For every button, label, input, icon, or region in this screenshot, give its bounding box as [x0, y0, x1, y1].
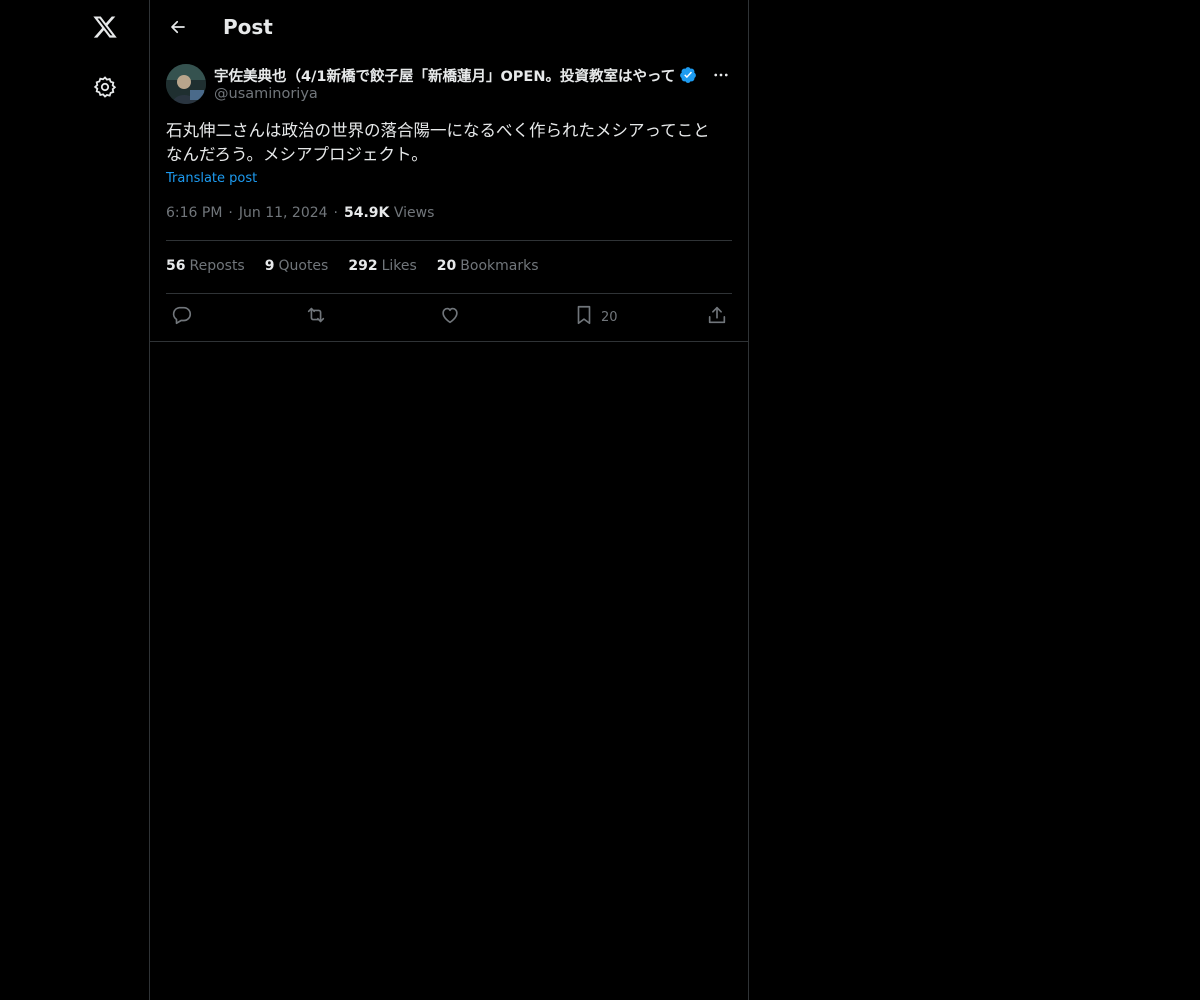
bookmark-icon: [573, 304, 595, 330]
user-handle[interactable]: @usaminoriya: [214, 86, 318, 102]
bookmark-button[interactable]: 20: [573, 305, 618, 329]
repost-button[interactable]: [304, 305, 328, 329]
more-icon[interactable]: [710, 64, 732, 86]
like-button[interactable]: [439, 305, 461, 329]
left-rail: [0, 0, 149, 1000]
stat-quotes[interactable]: 9 Quotes: [265, 258, 329, 274]
display-name[interactable]: 宇佐美典也（4/1新橋で餃子屋「新橋蓮月」OPEN。投資教室はやって: [214, 65, 675, 86]
settings-gear-icon[interactable]: [91, 73, 119, 101]
x-logo-icon[interactable]: [88, 10, 122, 44]
stat-reposts[interactable]: 56 Reposts: [166, 258, 245, 274]
bookmark-count: 20: [601, 309, 618, 325]
post-date[interactable]: Jun 11, 2024: [239, 205, 328, 221]
post-meta: 6:16 PM · Jun 11, 2024 · 54.9K Views: [166, 205, 435, 221]
share-icon: [706, 304, 728, 330]
post-header: Post: [150, 0, 748, 54]
stat-bookmarks[interactable]: 20 Bookmarks: [437, 258, 539, 274]
page-title: Post: [223, 15, 273, 39]
repost-icon: [304, 304, 328, 330]
translate-post-link[interactable]: Translate post: [166, 171, 257, 186]
engagement-stats: 56 Reposts 9 Quotes 292 Likes 20 Bookmarks: [166, 258, 539, 274]
action-bar: 20: [166, 305, 732, 329]
avatar[interactable]: [166, 64, 206, 104]
reply-button[interactable]: [171, 305, 193, 329]
stat-likes[interactable]: 292 Likes: [348, 258, 416, 274]
divider: [166, 240, 732, 241]
divider: [166, 293, 732, 294]
like-icon: [439, 304, 461, 330]
post-bottom-divider: [150, 341, 748, 342]
app-root: Post 宇佐美典也（4/1新橋で餃子屋「新橋蓮月」OPEN。投資教室はやって: [0, 0, 1200, 1000]
verified-badge-icon: [679, 66, 697, 84]
post-text: 石丸伸二さんは政治の世界の落合陽一になるべく作られたメシアってこと なんだろう。…: [166, 121, 710, 164]
post-time[interactable]: 6:16 PM: [166, 205, 222, 221]
views-label: Views: [393, 205, 435, 221]
share-button[interactable]: [706, 305, 728, 329]
back-arrow-icon[interactable]: [164, 13, 192, 41]
display-name-row: 宇佐美典也（4/1新橋で餃子屋「新橋蓮月」OPEN。投資教室はやって: [214, 65, 714, 85]
reply-icon: [171, 304, 193, 330]
main-column: Post 宇佐美典也（4/1新橋で餃子屋「新橋蓮月」OPEN。投資教室はやって: [149, 0, 749, 1000]
views-count: 54.9K: [344, 205, 390, 221]
